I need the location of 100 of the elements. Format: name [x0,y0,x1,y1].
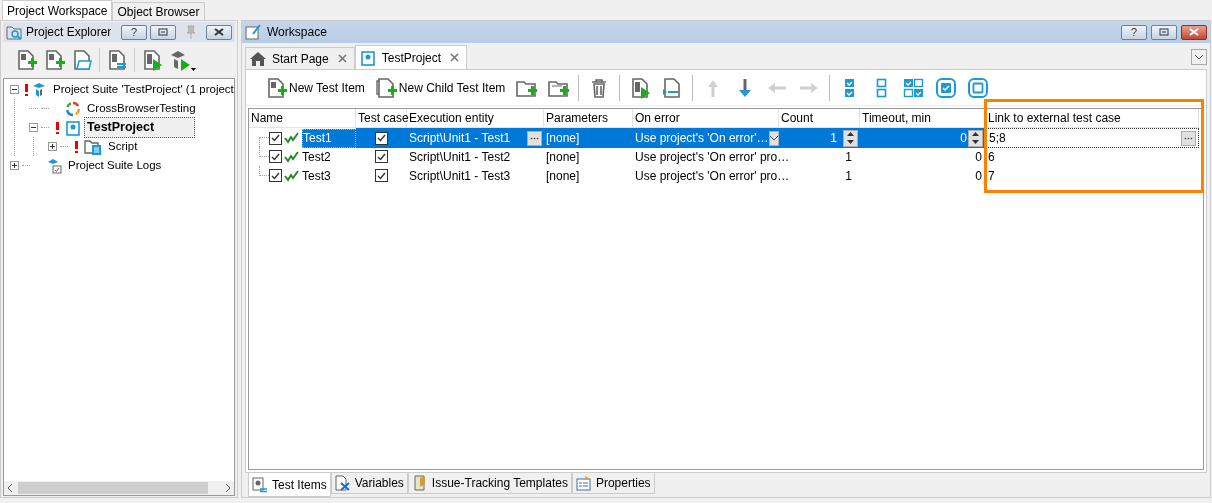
table-row[interactable]: Test1 Script\Unit1 - Test1 [none] Use project's 'On error'… 1 0 5;8 [249,128,1203,147]
documents-plus-icon [374,76,397,99]
collapse-icon[interactable] [10,85,19,94]
checkbox[interactable] [269,169,282,182]
bottom-tab[interactable]: Properties [571,473,655,494]
document-tab[interactable]: Start Page [245,47,355,69]
ellipsis-icon [1184,136,1193,140]
tree-item[interactable]: TestProject [84,117,196,138]
table-cell-text: 1 [830,130,837,147]
document-plus-icon [265,76,287,99]
workspace-tab[interactable]: Object Browser [112,2,205,20]
chevron-down-icon [769,135,778,141]
toolbar-button[interactable]: New Test Item [262,73,368,102]
document-plus-icon [43,49,65,71]
folder-document-icon [84,138,102,155]
help-button[interactable]: ? [121,24,147,40]
close-icon [213,28,225,36]
tree-item[interactable]: Script [105,136,141,157]
project-icon [359,49,376,66]
search-icon [6,24,23,40]
ellipsis-button[interactable] [527,130,542,146]
table-cell-text: 0 [975,167,982,185]
table-cell-text: 6 [988,148,996,166]
table-cell-text: Use project's 'On error'… [635,130,769,147]
table-cell-text: Script\Unit1 - Test3 [409,167,512,185]
down-triangle-icon [847,139,854,144]
table-cell-text: 1 [845,167,852,185]
test-item-icon [284,169,300,182]
panel-title: Project Explorer [26,24,112,41]
column-header[interactable]: Name [249,109,356,128]
checkbox[interactable] [375,150,388,163]
suite-icon [31,81,47,98]
help-button[interactable]: ? [1121,24,1147,40]
project-icon [65,119,81,136]
ring-icon [65,100,81,117]
suite-play-icon [169,49,191,71]
collapse-icon[interactable] [29,123,38,132]
test-item-icon [284,150,300,163]
expand-icon[interactable] [48,142,57,151]
tree-item[interactable]: Project Suite Logs [65,155,165,176]
document-list-icon [106,49,128,71]
expand-icon[interactable] [10,161,19,170]
test-items-icon [252,476,268,493]
checkbox[interactable] [375,131,388,145]
horizontal-scrollbar[interactable] [4,481,234,495]
close-icon[interactable] [450,53,460,62]
caret-icon[interactable] [191,68,196,71]
table-cell: Test1 [302,128,356,148]
restore-button[interactable] [150,24,176,40]
close-button[interactable] [1181,24,1207,40]
table-cell-text: 0 [960,130,967,147]
bottom-tab[interactable]: Variables [330,473,408,494]
table-cell-text: [none] [546,130,580,147]
log-icon [46,157,62,174]
document-tab[interactable]: TestProject [354,45,468,69]
checkbox[interactable] [269,131,282,145]
workspace-tab[interactable]: Project Workspace [2,0,113,20]
tree-item[interactable]: Project Suite 'TestProject' (1 project [50,79,234,100]
restore-button[interactable] [1151,24,1177,40]
checkbox[interactable] [269,150,282,163]
close-button[interactable] [206,24,232,40]
window-title: Workspace [267,24,327,41]
pencil-icon [245,24,263,40]
document-play-icon [141,49,163,71]
test-item-icon [284,132,300,144]
document-play-icon [629,76,652,99]
checkbox-icon [967,76,990,99]
table-cell-text: [none] [546,167,580,185]
document-plus-icon [15,49,37,71]
table-cell-text: Script\Unit1 - Test2 [409,148,512,166]
spin-button[interactable] [843,129,858,147]
ellipsis-icon [530,136,539,140]
table-cell-text: Test2 [302,148,332,166]
restore-icon [1159,28,1169,36]
close-icon [1188,28,1200,36]
variable-icon [334,475,351,491]
checkbox[interactable] [375,169,388,182]
table-cell-text: Script\Unit1 - Test1 [409,130,512,147]
up-triangle-icon [972,132,979,137]
toolbar-button[interactable]: New Child Test Item [371,73,509,102]
close-icon[interactable] [337,54,347,63]
bottom-tab[interactable]: Issue-Tracking Templates [407,473,572,494]
up-triangle-icon [847,132,854,137]
chevron-down-icon [1195,54,1203,60]
down-triangle-icon [972,139,979,144]
table-cell-text: Use project's 'On error' pro… [635,148,790,166]
table-cell-text: 0 [975,148,982,166]
table-row[interactable]: Test3 Script\Unit1 - Test3 [none] Use project's 'On error' pro… 1 0 7 [249,166,1203,185]
checkboxes-icon [903,76,926,99]
book-icon [411,475,428,491]
table-cell-text: Use project's 'On error' pro… [635,167,790,185]
bottom-tab[interactable]: Test Items [248,473,331,497]
tree-item[interactable]: CrossBrowserTesting [84,98,199,119]
column-header[interactable]: Link to external test case [986,109,1199,128]
table-row[interactable]: Test2 Script\Unit1 - Test2 [none] Use project's 'On error' pro… 1 0 6 [249,147,1203,166]
dropdown-button[interactable] [1191,49,1207,65]
dropdown-button[interactable] [768,130,779,146]
document-folder-icon [71,49,93,71]
table-cell-text: Test3 [302,167,332,185]
spin-button[interactable] [968,129,983,147]
